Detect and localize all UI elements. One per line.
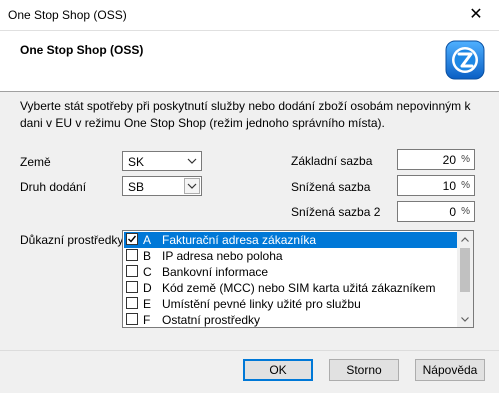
delivery-select[interactable]: SB [122, 176, 202, 196]
app-logo-icon [445, 40, 485, 80]
item-text: Ostatní prostředky [162, 313, 261, 327]
checkbox[interactable] [126, 265, 138, 277]
item-letter: C [143, 265, 152, 279]
scroll-down-icon[interactable] [457, 311, 473, 327]
list-item[interactable]: C Bankovní informace [124, 264, 457, 280]
delivery-label: Druh dodání [20, 180, 87, 194]
delivery-value: SB [128, 180, 145, 194]
item-text: Bankovní informace [162, 265, 269, 279]
base-rate-value: 20 [442, 153, 456, 167]
list-item[interactable]: E Umístění pevné linky užité pro službu [124, 296, 457, 312]
help-button[interactable]: Nápověda [415, 359, 485, 381]
item-text: Fakturační adresa zákazníka [162, 233, 317, 247]
country-select[interactable]: SK [122, 151, 202, 171]
country-value: SK [128, 155, 145, 169]
reduced-rate-input[interactable]: 10 % [397, 175, 475, 196]
base-rate-unit: % [461, 154, 470, 165]
reduced-rate2-unit: % [461, 206, 470, 217]
item-text: Umístění pevné linky užité pro službu [162, 297, 361, 311]
scroll-up-icon[interactable] [457, 231, 473, 247]
chevron-down-icon[interactable] [184, 153, 200, 169]
window-title: One Stop Shop (OSS) [8, 8, 127, 22]
item-text: IP adresa nebo poloha [162, 249, 283, 263]
checkbox[interactable] [126, 297, 138, 309]
close-icon[interactable]: ✕ [453, 0, 499, 30]
checkbox[interactable] [126, 233, 138, 245]
dialog-footer: OK Storno Nápověda [0, 350, 499, 393]
reduced-rate2-input[interactable]: 0 % [397, 201, 475, 222]
cancel-button[interactable]: Storno [329, 359, 399, 381]
dialog-header: One Stop Shop (OSS) [0, 30, 499, 91]
description-text: Vyberte stát spotřeby při poskytnutí slu… [20, 99, 471, 130]
reduced-rate-value: 10 [442, 179, 456, 193]
checkbox[interactable] [126, 313, 138, 325]
reduced-rate-unit: % [461, 180, 470, 191]
item-letter: D [143, 281, 152, 295]
ok-button[interactable]: OK [243, 359, 313, 381]
evidence-label: Důkazní prostředky [20, 233, 124, 247]
dialog-content: Vyberte stát spotřeby při poskytnutí slu… [0, 91, 499, 350]
evidence-list[interactable]: A Fakturační adresa zákazníka B IP adres… [122, 230, 474, 328]
reduced-rate2-value: 0 [449, 205, 456, 219]
list-scrollbar[interactable] [457, 231, 473, 327]
chevron-down-icon[interactable] [184, 178, 200, 194]
item-letter: F [143, 313, 151, 327]
item-letter: B [143, 249, 152, 263]
item-text: Kód země (MCC) nebo SIM karta užitá záka… [162, 281, 436, 295]
checkbox[interactable] [126, 249, 138, 261]
country-label: Země [20, 155, 51, 169]
reduced-rate-label: Snížená sazba [291, 180, 371, 194]
list-item[interactable]: F Ostatní prostředky [124, 312, 457, 327]
checkbox[interactable] [126, 281, 138, 293]
list-item[interactable]: D Kód země (MCC) nebo SIM karta užitá zá… [124, 280, 457, 296]
item-letter: A [143, 233, 152, 247]
base-rate-input[interactable]: 20 % [397, 149, 475, 170]
scroll-thumb[interactable] [460, 248, 470, 292]
list-item[interactable]: A Fakturační adresa zákazníka [124, 232, 457, 248]
title-bar: One Stop Shop (OSS) ✕ [0, 0, 499, 30]
list-item[interactable]: B IP adresa nebo poloha [124, 248, 457, 264]
header-title: One Stop Shop (OSS) [20, 43, 144, 57]
reduced-rate2-label: Snížená sazba 2 [291, 205, 381, 219]
item-letter: E [143, 297, 152, 311]
base-rate-label: Základní sazba [291, 154, 373, 168]
